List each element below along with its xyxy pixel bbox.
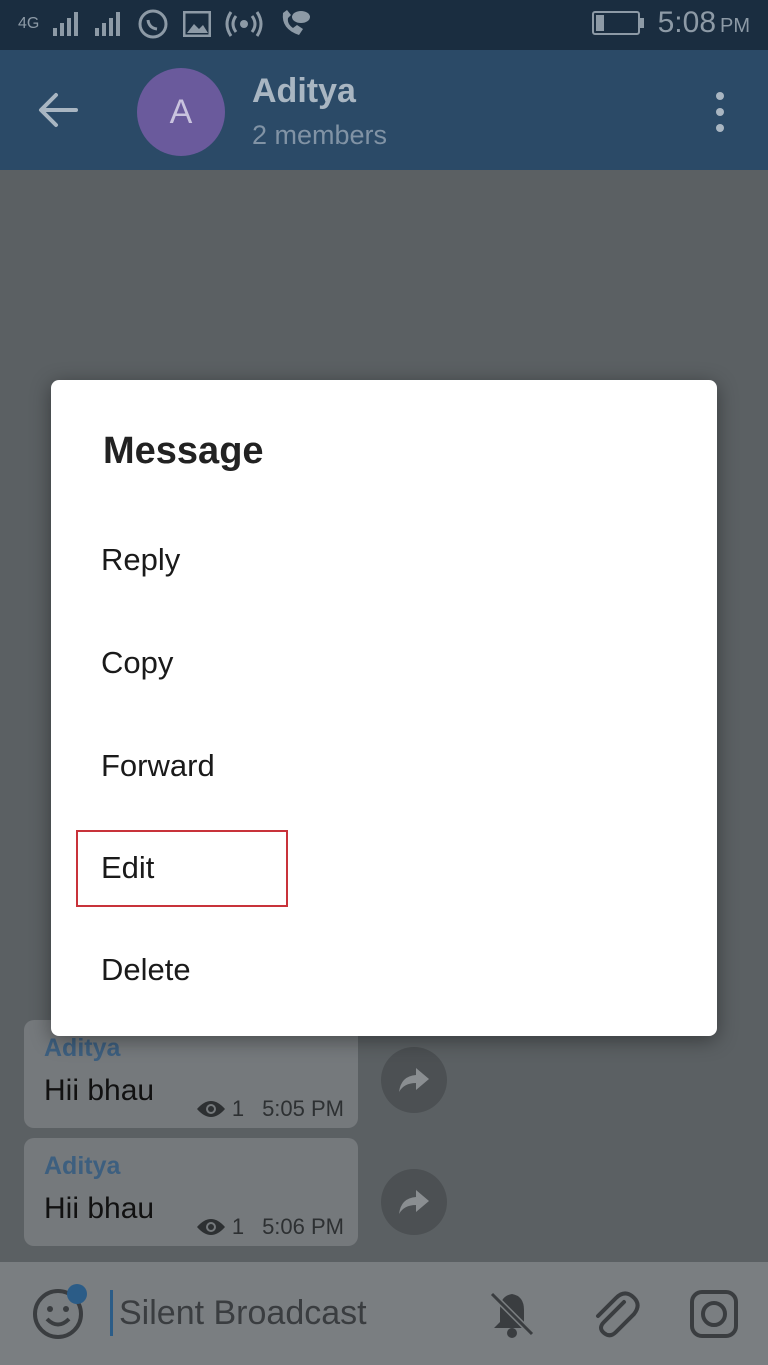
- message-sender: Aditya: [44, 1152, 121, 1180]
- wifi-call-icon: [283, 10, 311, 35]
- network-type: 4G: [18, 15, 40, 32]
- view-count: 1: [231, 1096, 245, 1121]
- dialog-title: Message: [103, 430, 264, 472]
- message-meta: 1 5:06 PM: [196, 1214, 344, 1240]
- message-options-dialog: Message Reply Copy Forward Edit Delete: [51, 380, 717, 1036]
- eye-icon: [196, 1219, 225, 1235]
- message-time: 5:06 PM: [262, 1214, 344, 1239]
- gallery-icon: [183, 11, 212, 37]
- forward-button[interactable]: [381, 1047, 447, 1113]
- chat-title[interactable]: Aditya: [252, 72, 356, 111]
- menu-item-delete[interactable]: Delete: [101, 952, 191, 988]
- signal-2-icon: [95, 12, 121, 36]
- menu-item-copy[interactable]: Copy: [101, 645, 173, 681]
- back-arrow-icon[interactable]: [36, 90, 80, 130]
- message-time: 5:05 PM: [262, 1096, 344, 1121]
- more-options-icon[interactable]: [710, 90, 730, 134]
- mute-bell-icon[interactable]: [486, 1288, 538, 1340]
- avatar[interactable]: A: [137, 68, 225, 156]
- whatsapp-icon: [138, 9, 168, 39]
- message-bubble[interactable]: Aditya Hii bhau 1 5:05 PM: [24, 1020, 358, 1128]
- notification-dot: [67, 1284, 87, 1304]
- status-bar: 4G 5:08 PM: [0, 0, 768, 50]
- menu-item-forward[interactable]: Forward: [101, 748, 215, 784]
- message-bubble[interactable]: Aditya Hii bhau 1 5:06 PM: [24, 1138, 358, 1246]
- hotspot-icon: [225, 11, 263, 37]
- battery-icon: [591, 11, 644, 35]
- chat-header: A Aditya 2 members: [0, 50, 768, 170]
- share-arrow-icon: [399, 1190, 429, 1214]
- forward-button[interactable]: [381, 1169, 447, 1235]
- edit-highlight-box: [76, 830, 288, 907]
- view-count: 1: [231, 1214, 245, 1239]
- message-text: Hii bhau: [44, 1074, 155, 1107]
- chat-subtitle: 2 members: [252, 120, 388, 150]
- message-sender: Aditya: [44, 1034, 121, 1062]
- signal-icon: [53, 12, 79, 36]
- message-input[interactable]: [110, 1290, 459, 1336]
- message-text: Hii bhau: [44, 1192, 155, 1225]
- message-meta: 1 5:05 PM: [196, 1096, 344, 1122]
- eye-icon: [196, 1101, 225, 1117]
- camera-icon[interactable]: [688, 1288, 740, 1340]
- message-input-bar: [0, 1262, 768, 1365]
- share-arrow-icon: [399, 1068, 429, 1092]
- attachment-icon[interactable]: [588, 1288, 640, 1340]
- menu-item-reply[interactable]: Reply: [101, 542, 180, 578]
- status-time: 5:08 PM: [657, 6, 750, 39]
